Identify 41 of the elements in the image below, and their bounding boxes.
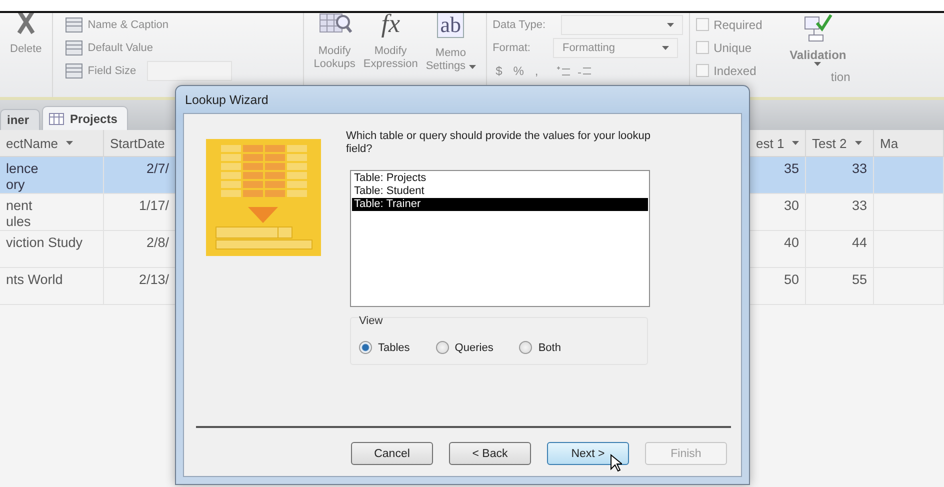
checkbox-label: Indexed [714, 64, 756, 78]
checkbox-label: Unique [714, 40, 752, 54]
table-cell: nts World [0, 268, 104, 305]
validation-button[interactable]: Validation [786, 13, 850, 66]
text-field-icon: ab [437, 13, 464, 38]
document-tab[interactable]: Projects [42, 106, 128, 130]
column-header[interactable]: est 1 [750, 130, 806, 157]
table-cell: 33 [806, 194, 874, 231]
table-cell: lence ory [0, 157, 104, 194]
function-icon: fx [381, 13, 400, 39]
column-header[interactable]: Test 2 [806, 130, 874, 157]
table-cell: nent ules [0, 194, 104, 231]
dialog-button[interactable]: Cancel [351, 442, 433, 465]
checkbox-label: Required [714, 18, 762, 32]
view-option[interactable]: Both [519, 341, 561, 354]
format-label: Format: [492, 42, 530, 54]
list-item[interactable]: Table: Trainer [352, 198, 648, 211]
dialog-button[interactable]: < Back [449, 442, 531, 465]
column-header[interactable]: StartDate [104, 130, 176, 157]
list-item[interactable]: Table: Student [352, 185, 648, 198]
view-option[interactable]: Tables [359, 341, 410, 354]
format-dropdown[interactable]: Formatting [553, 38, 678, 58]
group-label: tion [830, 70, 850, 84]
column-header[interactable]: Ma [874, 130, 944, 157]
table-cell: 33 [806, 157, 874, 194]
table-cell: viction Study [0, 231, 104, 268]
table-cell: 44 [806, 231, 874, 268]
wizard-question: Which table or query should provide the values for your lookup field? [346, 130, 652, 156]
view-label: View [359, 315, 383, 327]
dialog-title: Lookup Wizard [184, 92, 270, 109]
ribbon-tool-button[interactable]: fx Modify Expression [359, 13, 422, 97]
data-type-label: Data Type: [492, 18, 546, 30]
list-item[interactable]: Table: Projects [352, 172, 648, 185]
table-cell: 55 [806, 268, 874, 305]
property-label[interactable]: Name & Caption [88, 18, 169, 30]
table-list[interactable]: Table: Projects Table: Student Table: Trainer [350, 170, 650, 307]
column-header[interactable]: ectName [0, 130, 104, 157]
table-cell: 2/7/ [104, 157, 176, 194]
view-option[interactable]: Queries [436, 341, 494, 354]
document-tab[interactable]: iner [0, 109, 40, 130]
table-cell: 35 [750, 157, 806, 194]
